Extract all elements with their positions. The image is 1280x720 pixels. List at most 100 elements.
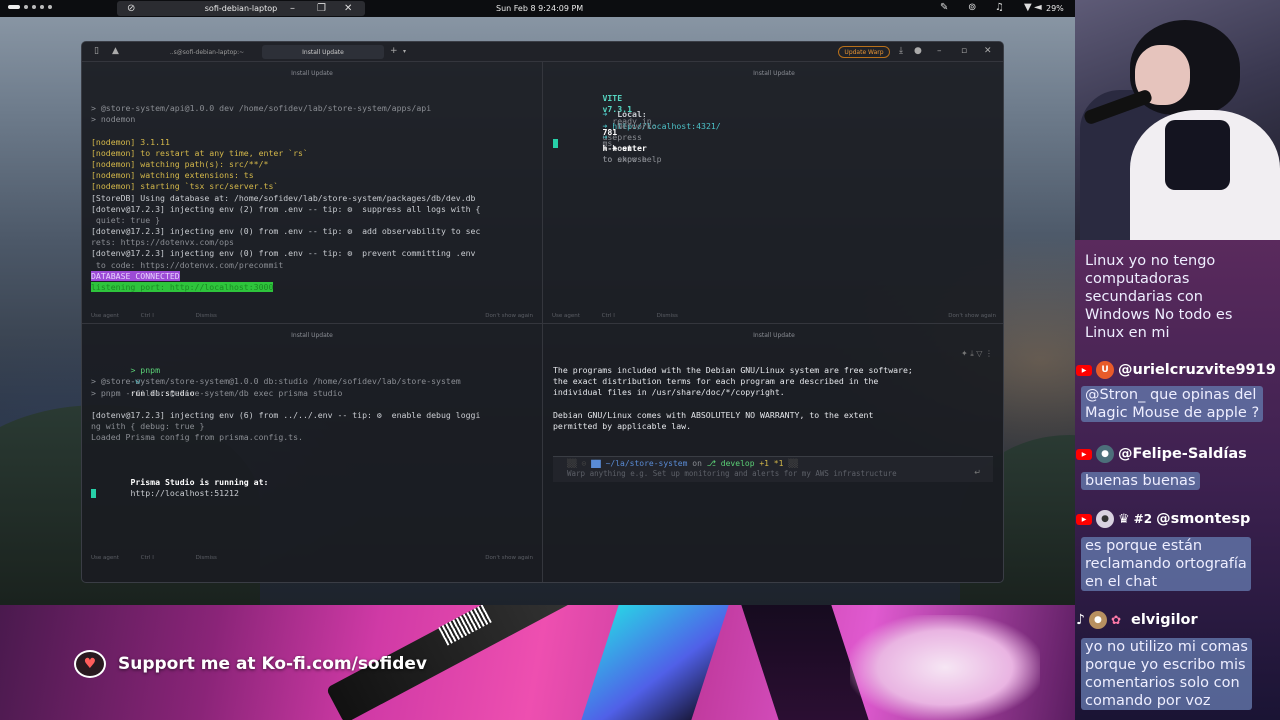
chat-message-header: ▶ U @urielcruzvite9919	[1075, 359, 1280, 381]
pane-header: Install Update	[753, 70, 795, 77]
pane-api-server[interactable]: Install Update > @store-system/api@1.0.0…	[82, 62, 542, 323]
bookmark-icon[interactable]: ✦	[961, 349, 968, 358]
kofi-text: Support me at Ko-fi.com/sofidev	[118, 654, 427, 674]
terminal-line: [dotenv@17.2.3] injecting env (0) from .…	[91, 226, 481, 237]
chevron-down-icon[interactable]: ▾	[403, 48, 406, 55]
terminal-cursor	[91, 489, 96, 499]
workspace-indicator[interactable]	[8, 5, 52, 9]
window-title-box[interactable]: ⊘ sofi-debian-laptop – ❐ ✕	[117, 1, 365, 16]
maximize-icon[interactable]: ▫	[961, 46, 967, 56]
local-label: Local:	[617, 109, 647, 120]
prompt-branch: develop	[720, 459, 755, 468]
download-icon[interactable]: ⤓	[899, 46, 903, 56]
warp-terminal-window[interactable]: ▯ ▲ ..s@sofi-debian-laptop:~ Install Upd…	[81, 41, 1004, 583]
gnome-top-bar: ⊘ sofi-debian-laptop – ❐ ✕ Sun Feb 8 9:2…	[0, 0, 1075, 17]
screen-share-icon[interactable]: ⊚	[968, 2, 976, 14]
clock[interactable]: Sun Feb 8 9:24:09 PM	[496, 4, 583, 13]
studio-url-link[interactable]: http://localhost:51212	[130, 488, 238, 498]
studio-label: Prisma Studio is running at:	[130, 477, 269, 488]
tab-home[interactable]: ..s@sofi-debian-laptop:~	[152, 45, 262, 59]
pane-header: Install Update	[753, 332, 795, 339]
terminal-output: > @store-system/api@1.0.0 dev /home/sofi…	[91, 103, 480, 293]
help-rest: to show help	[602, 154, 662, 165]
chat-message: es porque están reclamando ortografía en…	[1081, 537, 1251, 591]
terminal-line: to code: https://dotenvx.com/precommit	[91, 259, 284, 270]
chat-message-text: buenas buenas	[1081, 472, 1200, 490]
prompt-input-block[interactable]: ▒▒ ⊙ ▇▇ ~/la/store-system on ⎇ develop +…	[553, 456, 993, 482]
pen-icon[interactable]: ✎	[940, 2, 948, 14]
chat-username: @urielcruzvite9919	[1118, 362, 1276, 378]
chat-message-text: yo no utilizo mi comas porque yo escribo…	[1081, 638, 1252, 710]
terminal-line: [dotenv@17.2.3] injecting env (6) from .…	[91, 409, 481, 420]
wifi-icon[interactable]: ▼	[1024, 2, 1032, 14]
motd-line: The programs included with the Debian GN…	[553, 365, 913, 375]
pane-header: Install Update	[291, 70, 333, 77]
use-agent-link[interactable]: Use agent Ctrl I	[91, 555, 174, 561]
terminal-line: Loaded Prisma config from prisma.config.…	[91, 432, 303, 443]
gift-icon: ✿	[1110, 613, 1121, 627]
dismiss-link[interactable]: Dismiss	[196, 313, 217, 319]
terminal-line: [nodemon] 3.1.11	[91, 136, 170, 147]
pane-debian-shell[interactable]: Install Update ✦ ⤓ ▽ ⋮ The programs incl…	[543, 324, 1003, 582]
minimize-icon[interactable]: –	[290, 3, 295, 15]
more-icon[interactable]: ⋮	[985, 349, 993, 358]
dismiss-link[interactable]: Dismiss	[196, 555, 217, 561]
dont-show-again-link[interactable]: Don't show again	[485, 311, 533, 322]
terminal-line: [dotenv@17.2.3] injecting env (0) from .…	[91, 248, 476, 259]
chat-message-header: ▶ ● ♛ #2 @smontesp	[1075, 508, 1280, 530]
terminal-line: rets: https://dotenvx.com/ops	[91, 237, 234, 248]
crown-icon: ♛	[1118, 511, 1130, 527]
minimize-icon[interactable]: –	[937, 46, 942, 56]
close-icon[interactable]: ✕	[344, 3, 352, 15]
chat-message-header: ▶ ● @Felipe-Saldías	[1075, 443, 1280, 465]
save-icon[interactable]: ⤓	[970, 349, 974, 358]
dont-show-again-link[interactable]: Don't show again	[948, 311, 996, 322]
terminal-line: > nodemon	[91, 114, 136, 125]
use-agent-link[interactable]: Use agent Ctrl I	[91, 313, 174, 319]
pane-header: Install Update	[291, 332, 333, 339]
chat-message: yo no utilizo mi comas porque yo escribo…	[1081, 638, 1252, 710]
dismiss-link[interactable]: Dismiss	[657, 313, 678, 319]
listening-port-highlight: listening port: http://localhost:3000	[91, 282, 274, 292]
pane-prisma-studio[interactable]: Install Update > pnpm -w run db:studio >…	[82, 324, 542, 582]
pane-vite-server[interactable]: Install Update VITE v7.3.1 ready in 781 …	[543, 62, 1003, 323]
battery-percentage[interactable]: 29%	[1046, 4, 1064, 13]
warp-logo-icon[interactable]: ▲	[112, 46, 119, 56]
ai-input-field[interactable]: Warp anything e.g. Set up monitoring and…	[567, 469, 897, 478]
terminal-line: > pnpm --filter @store-system/db exec pr…	[91, 387, 343, 398]
filter-icon[interactable]: ▽	[976, 349, 982, 358]
terminal-output: VITE v7.3.1 ready in 781 ms ➜ Local: htt…	[602, 93, 721, 165]
chat-username: @Felipe-Saldías	[1118, 446, 1247, 462]
chat-message-text: Linux yo no tengo computadoras secundari…	[1085, 253, 1233, 341]
avatar: U	[1096, 361, 1114, 379]
use-agent-link[interactable]: Use agent Ctrl I	[552, 313, 635, 319]
sidebar-toggle-icon[interactable]: ▯	[94, 46, 99, 56]
terminal-output: > pnpm -w run db:studio > @store-system/…	[91, 354, 480, 499]
terminal-line: quiet: true }	[91, 214, 161, 225]
submit-icon[interactable]: ↵	[974, 468, 981, 477]
terminal-line: [dotenv@17.2.3] injecting env (2) from .…	[91, 203, 481, 214]
new-tab-icon[interactable]: +	[390, 46, 398, 56]
dont-show-again-link[interactable]: Don't show again	[485, 553, 533, 564]
chat-username: elvigilor	[1131, 612, 1198, 628]
terminal-line: [nodemon] watching path(s): src/**/*	[91, 158, 269, 169]
volume-icon[interactable]: ◄	[1034, 2, 1042, 14]
kofi-cup-icon: ♥	[74, 650, 106, 678]
chat-message-text: @Stron_ que opinas del Magic Mouse de ap…	[1081, 386, 1264, 422]
close-icon[interactable]: ✕	[984, 46, 992, 56]
network-label: Network:	[617, 120, 657, 131]
maximize-icon[interactable]: ❐	[317, 3, 326, 15]
terminal-line: > @store-system/api@1.0.0 dev /home/sofi…	[91, 103, 432, 113]
webcam-feed	[1075, 0, 1280, 240]
motd-line: individual files in /usr/share/doc/*/cop…	[553, 387, 785, 398]
account-avatar-icon[interactable]: ●	[914, 46, 922, 56]
audio-icon[interactable]: ♫	[995, 2, 1004, 14]
terminal-line: > @store-system/store-system@1.0.0 db:st…	[91, 376, 461, 387]
terminal-line: [nodemon] watching extensions: ts	[91, 170, 254, 181]
tab-install-update[interactable]: Install Update	[262, 45, 384, 59]
chat-message: buenas buenas	[1081, 472, 1200, 490]
rank-badge: #2	[1133, 512, 1153, 526]
update-warp-button[interactable]: Update Warp	[838, 46, 890, 58]
kofi-support: ♥ Support me at Ko-fi.com/sofidev	[74, 650, 427, 678]
motd-line	[553, 399, 913, 410]
